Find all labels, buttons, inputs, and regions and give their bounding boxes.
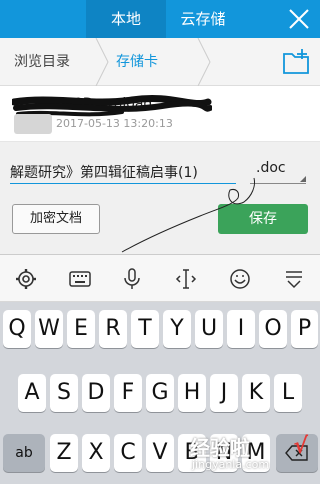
key-z[interactable]: Z (50, 434, 78, 472)
watermark-text: 经验啦 (190, 436, 250, 460)
list-item[interactable]: 360Download 2017-05-13 13:20:13 (0, 86, 320, 142)
key-f[interactable]: F (114, 374, 142, 412)
key-t[interactable]: T (131, 310, 159, 348)
watermark-url: jingyanla.com (192, 458, 270, 471)
encrypt-document-button[interactable]: 加密文档 (12, 204, 100, 234)
save-form: 解题研究》第四辑征稿启事(1) .doc 加密文档 保存 (0, 142, 320, 254)
redaction-scribble (12, 94, 212, 134)
breadcrumb-browse[interactable]: 浏览目录 (14, 38, 70, 86)
key-u[interactable]: U (195, 310, 223, 348)
key-i[interactable]: I (227, 310, 255, 348)
key-p[interactable]: P (291, 310, 318, 348)
microphone-icon[interactable] (120, 267, 144, 291)
chevron-right-icon (95, 38, 109, 86)
key-l[interactable]: L (274, 374, 302, 412)
save-file-screen: 本地 云存储 浏览目录 存储卡 360Download 2017-05-13 1… (0, 0, 320, 484)
keyboard-toolbar (0, 254, 320, 302)
key-v[interactable]: V (146, 434, 174, 472)
shift-key[interactable]: ab (3, 434, 45, 472)
key-a[interactable]: A (18, 374, 46, 412)
key-q[interactable]: Q (3, 310, 31, 348)
top-bar: 本地 云存储 (0, 0, 320, 38)
breadcrumb: 浏览目录 存储卡 (0, 38, 320, 86)
key-y[interactable]: Y (163, 310, 191, 348)
key-c[interactable]: C (114, 434, 142, 472)
key-w[interactable]: W (35, 310, 63, 348)
key-x[interactable]: X (82, 434, 110, 472)
key-g[interactable]: G (146, 374, 174, 412)
extension-select[interactable]: .doc (250, 160, 306, 184)
key-j[interactable]: J (210, 374, 238, 412)
key-h[interactable]: H (178, 374, 206, 412)
key-s[interactable]: S (50, 374, 78, 412)
hide-keyboard-icon[interactable] (282, 267, 306, 291)
filename-input[interactable]: 解题研究》第四辑征稿启事(1) (10, 162, 236, 184)
key-k[interactable]: K (242, 374, 270, 412)
keyboard: Q W E R T Y U I O P A S D F G H J K L ab… (0, 302, 320, 484)
close-icon[interactable] (286, 6, 312, 32)
watermark-check: √ (293, 434, 308, 459)
new-folder-icon[interactable] (282, 48, 310, 76)
key-e[interactable]: E (67, 310, 95, 348)
tab-local[interactable]: 本地 (86, 0, 166, 38)
dropdown-triangle-icon (300, 176, 306, 182)
key-d[interactable]: D (82, 374, 110, 412)
cursor-move-icon[interactable] (174, 267, 198, 291)
settings-icon[interactable] (14, 267, 38, 291)
chevron-right-icon (197, 38, 211, 86)
key-o[interactable]: O (259, 310, 287, 348)
key-r[interactable]: R (99, 310, 127, 348)
extension-value: .doc (256, 160, 286, 176)
save-button[interactable]: 保存 (218, 204, 308, 234)
watermark: 经验啦 √ jingyanla.com (190, 432, 310, 476)
emoji-icon[interactable] (228, 267, 252, 291)
breadcrumb-storage-card[interactable]: 存储卡 (116, 38, 158, 86)
keyboard-icon[interactable] (68, 267, 92, 291)
tab-cloud-storage[interactable]: 云存储 (168, 0, 238, 38)
